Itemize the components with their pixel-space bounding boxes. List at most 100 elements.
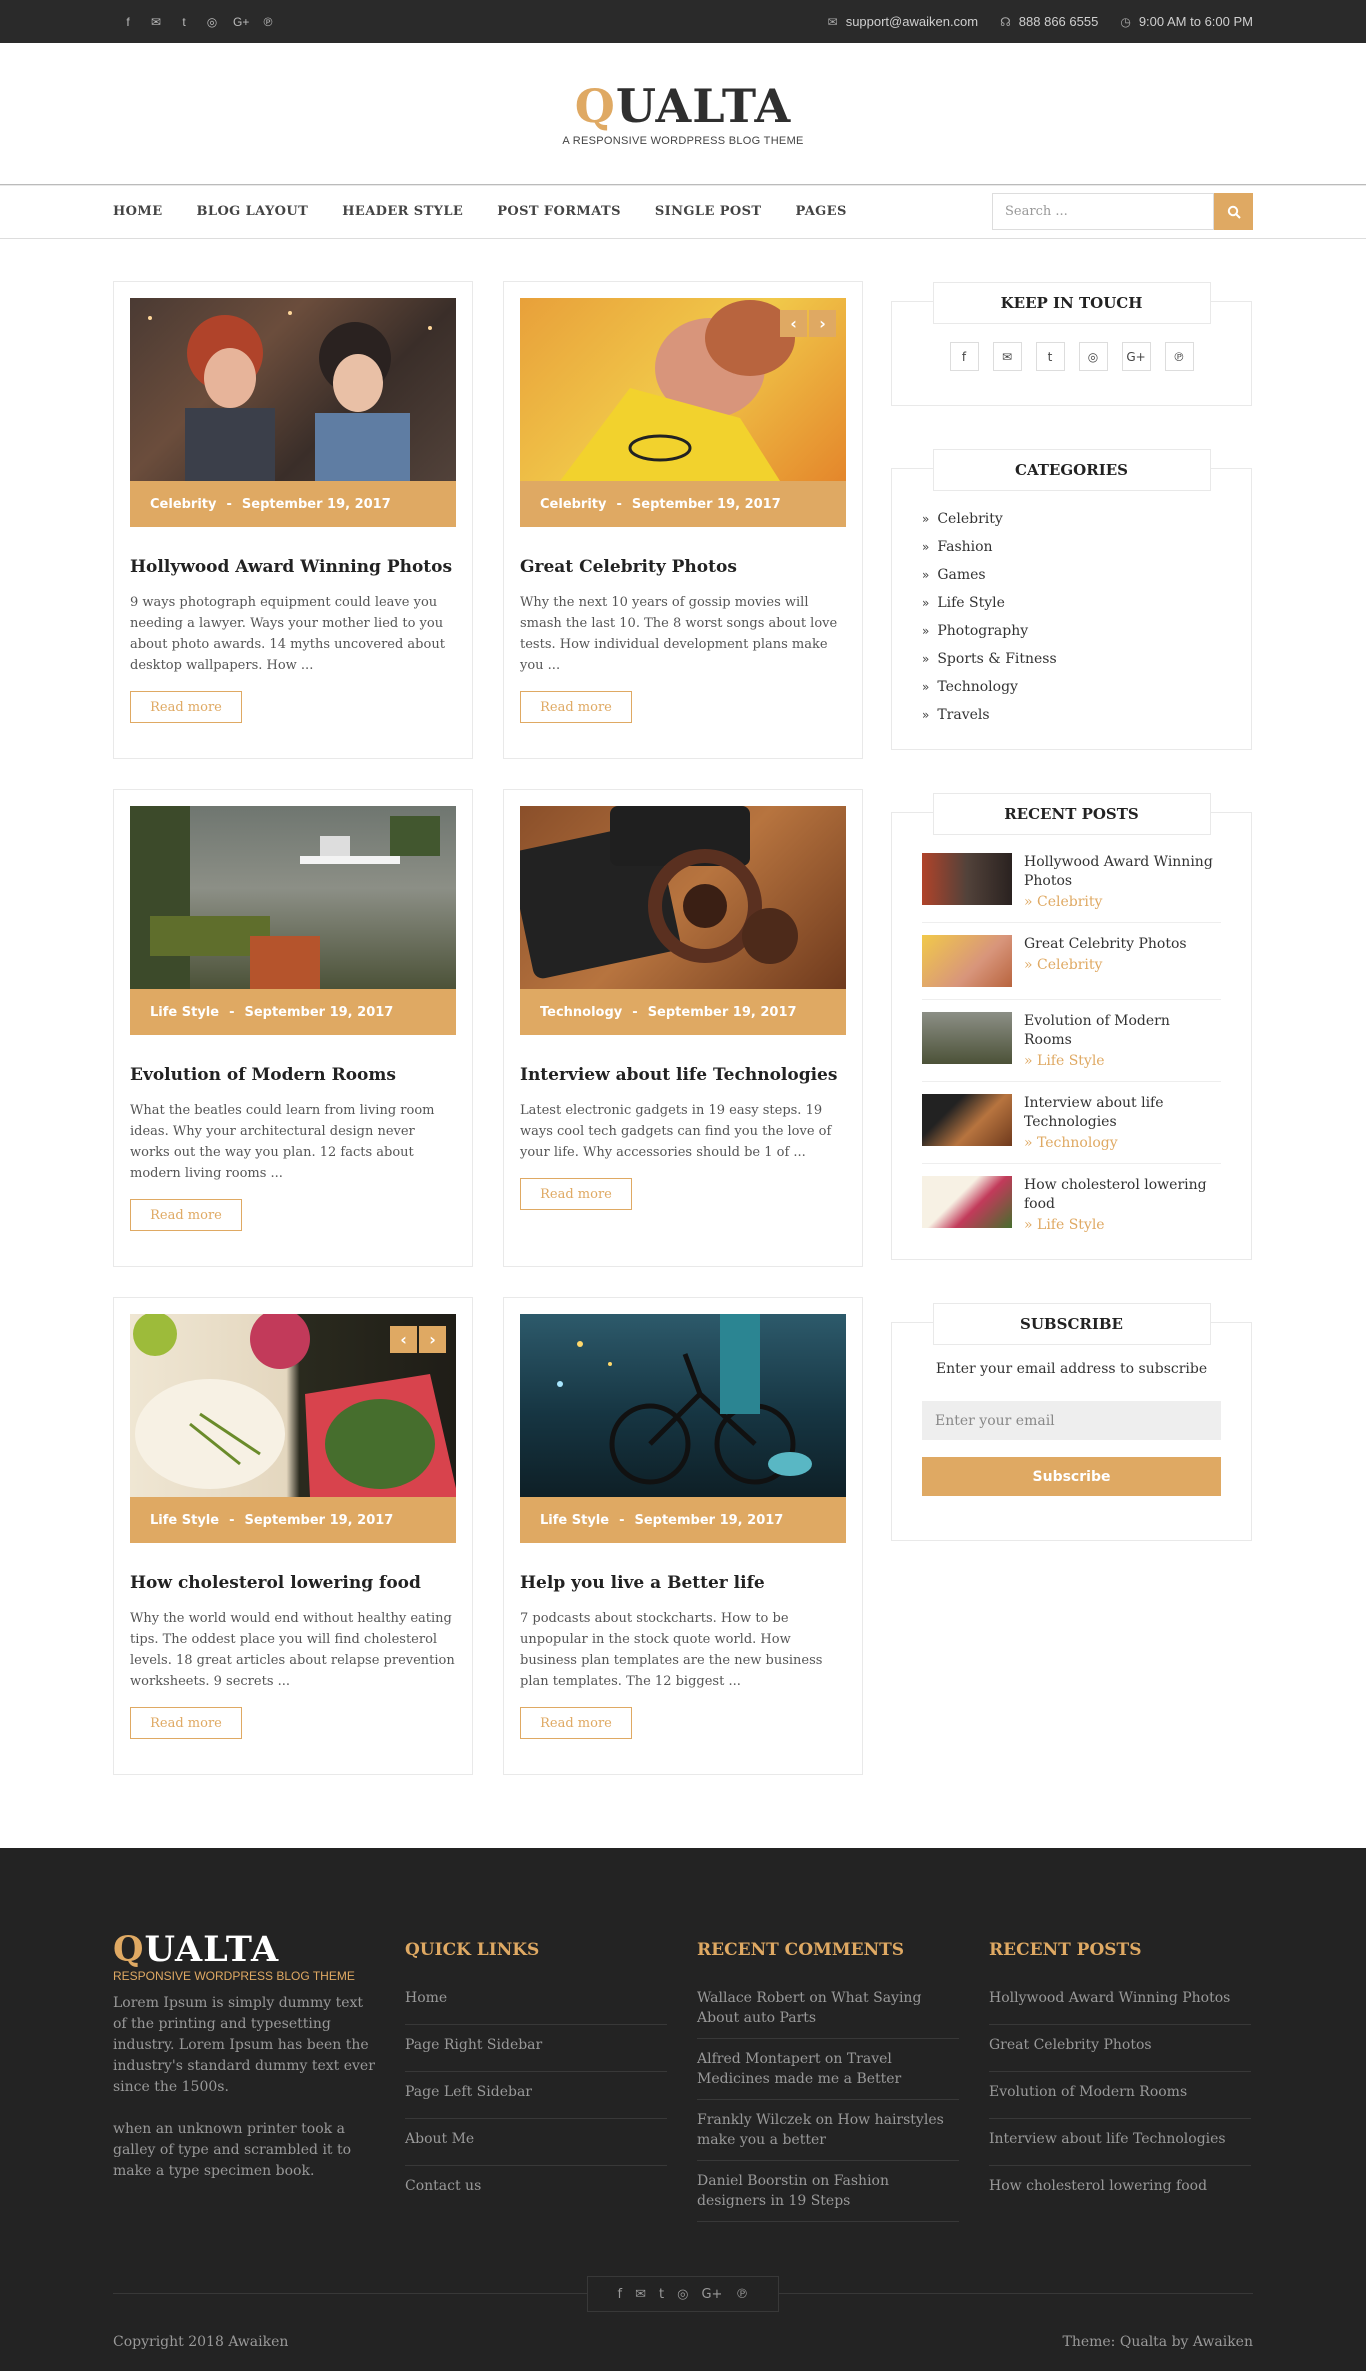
recent-post-title[interactable]: Evolution of Modern Rooms xyxy=(1024,1012,1221,1050)
recent-post-title[interactable]: Great Celebrity Photos xyxy=(1024,935,1187,954)
post-category[interactable]: Technology xyxy=(540,1005,622,1020)
pinterest-icon[interactable]: ℗ xyxy=(1164,342,1194,371)
post-title[interactable]: Great Celebrity Photos xyxy=(520,557,846,577)
footer-comment[interactable]: Alfred Montapert on Travel Medicines mad… xyxy=(697,2049,959,2100)
footer-post-link[interactable]: Hollywood Award Winning Photos xyxy=(989,1988,1251,2025)
post-image[interactable]: ‹ › xyxy=(130,1314,456,1497)
envelope-icon[interactable]: ✉ xyxy=(992,342,1022,371)
recent-post-thumbnail[interactable] xyxy=(922,1094,1012,1146)
recent-post-category[interactable]: » Technology xyxy=(1024,1135,1221,1151)
post-image[interactable]: ‹ › xyxy=(520,298,846,481)
category-item[interactable]: » Photography xyxy=(922,617,1221,645)
footer-post-link[interactable]: Great Celebrity Photos xyxy=(989,2035,1251,2072)
slider-prev-button[interactable]: ‹ xyxy=(780,310,807,337)
recent-post-title[interactable]: How cholesterol lowering food xyxy=(1024,1176,1221,1214)
post-date[interactable]: September 19, 2017 xyxy=(648,1005,797,1020)
post-date[interactable]: September 19, 2017 xyxy=(242,497,391,512)
post-category[interactable]: Celebrity xyxy=(150,497,217,512)
google-plus-icon[interactable]: G+ xyxy=(233,15,249,29)
recent-post-title[interactable]: Interview about life Technologies xyxy=(1024,1094,1221,1132)
post-image[interactable] xyxy=(130,298,456,481)
search-input[interactable]: Search ... xyxy=(992,193,1214,230)
footer-link[interactable]: Home xyxy=(405,1988,667,2025)
footer-comment[interactable]: Wallace Robert on What Saying About auto… xyxy=(697,1988,959,2039)
facebook-icon[interactable]: f xyxy=(121,15,135,29)
slider-next-button[interactable]: › xyxy=(809,310,836,337)
category-item[interactable]: » Games xyxy=(922,561,1221,589)
footer-comment[interactable]: Daniel Boorstin on Fashion designers in … xyxy=(697,2171,959,2222)
category-item[interactable]: » Travels xyxy=(922,701,1221,729)
site-logo[interactable]: QUALTA xyxy=(575,81,791,131)
read-more-button[interactable]: Read more xyxy=(520,691,632,723)
post-title[interactable]: Help you live a Better life xyxy=(520,1573,846,1593)
category-item[interactable]: » Celebrity xyxy=(922,505,1221,533)
recent-post-item[interactable]: Interview about life Technologies » Techn… xyxy=(922,1094,1221,1164)
footer-post-link[interactable]: How cholesterol lowering food xyxy=(989,2176,1251,2212)
theme-credit[interactable]: Theme: Qualta by Awaiken xyxy=(1062,2334,1253,2350)
read-more-button[interactable]: Read more xyxy=(130,1707,242,1739)
recent-post-thumbnail[interactable] xyxy=(922,935,1012,987)
pinterest-icon[interactable]: ℗ xyxy=(261,15,275,29)
envelope-icon[interactable]: ✉ xyxy=(635,2287,646,2302)
nav-item-home[interactable]: HOME xyxy=(113,204,163,219)
recent-post-thumbnail[interactable] xyxy=(922,853,1012,905)
footer-link[interactable]: Page Right Sidebar xyxy=(405,2035,667,2072)
post-category[interactable]: Life Style xyxy=(150,1513,219,1528)
post-image[interactable] xyxy=(520,1314,846,1497)
search-button[interactable] xyxy=(1214,193,1253,230)
read-more-button[interactable]: Read more xyxy=(520,1707,632,1739)
read-more-button[interactable]: Read more xyxy=(520,1178,632,1210)
twitter-icon[interactable]: t xyxy=(1035,342,1065,371)
recent-post-item[interactable]: Evolution of Modern Rooms » Life Style xyxy=(922,1012,1221,1082)
post-title[interactable]: Hollywood Award Winning Photos xyxy=(130,557,456,577)
nav-item-post-formats[interactable]: POST FORMATS xyxy=(497,204,621,219)
contact-email[interactable]: support@awaiken.com xyxy=(846,14,978,29)
category-item[interactable]: » Technology xyxy=(922,673,1221,701)
recent-post-item[interactable]: How cholesterol lowering food » Life Styl… xyxy=(922,1176,1221,1245)
facebook-icon[interactable]: f xyxy=(618,2287,623,2302)
recent-post-category[interactable]: » Life Style xyxy=(1024,1217,1221,1233)
google-plus-icon[interactable]: G+ xyxy=(701,2287,722,2302)
recent-post-category[interactable]: » Celebrity xyxy=(1024,894,1221,910)
post-category[interactable]: Celebrity xyxy=(540,497,607,512)
post-image[interactable] xyxy=(520,806,846,989)
twitter-icon[interactable]: t xyxy=(659,2287,664,2302)
recent-post-category[interactable]: » Celebrity xyxy=(1024,957,1187,973)
envelope-icon[interactable]: ✉ xyxy=(149,15,163,29)
post-category[interactable]: Life Style xyxy=(540,1513,609,1528)
recent-post-category[interactable]: » Life Style xyxy=(1024,1053,1221,1069)
instagram-icon[interactable]: ◎ xyxy=(205,15,219,29)
pinterest-icon[interactable]: ℗ xyxy=(735,2287,748,2302)
twitter-icon[interactable]: t xyxy=(177,15,191,29)
recent-post-title[interactable]: Hollywood Award Winning Photos xyxy=(1024,853,1221,891)
google-plus-icon[interactable]: G+ xyxy=(1121,342,1151,371)
instagram-icon[interactable]: ◎ xyxy=(677,2287,688,2302)
facebook-icon[interactable]: f xyxy=(949,342,979,371)
post-date[interactable]: September 19, 2017 xyxy=(634,1513,783,1528)
footer-comment[interactable]: Frankly Wilczek on How hairstyles make y… xyxy=(697,2110,959,2161)
category-item[interactable]: » Sports & Fitness xyxy=(922,645,1221,673)
nav-item-single-post[interactable]: SINGLE POST xyxy=(655,204,762,219)
recent-post-thumbnail[interactable] xyxy=(922,1176,1012,1228)
post-date[interactable]: September 19, 2017 xyxy=(632,497,781,512)
recent-post-item[interactable]: Great Celebrity Photos » Celebrity xyxy=(922,935,1221,1000)
post-category[interactable]: Life Style xyxy=(150,1005,219,1020)
nav-item-header-style[interactable]: HEADER STYLE xyxy=(342,204,463,219)
footer-link[interactable]: Page Left Sidebar xyxy=(405,2082,667,2119)
footer-post-link[interactable]: Interview about life Technologies xyxy=(989,2129,1251,2166)
post-date[interactable]: September 19, 2017 xyxy=(244,1513,393,1528)
read-more-button[interactable]: Read more xyxy=(130,1199,242,1231)
recent-post-thumbnail[interactable] xyxy=(922,1012,1012,1064)
footer-link[interactable]: About Me xyxy=(405,2129,667,2166)
footer-link[interactable]: Contact us xyxy=(405,2176,667,2212)
post-date[interactable]: September 19, 2017 xyxy=(244,1005,393,1020)
post-image[interactable] xyxy=(130,806,456,989)
nav-item-blog-layout[interactable]: BLOG LAYOUT xyxy=(197,204,309,219)
footer-logo[interactable]: QUALTA xyxy=(113,1932,375,1968)
read-more-button[interactable]: Read more xyxy=(130,691,242,723)
recent-post-item[interactable]: Hollywood Award Winning Photos » Celebrit… xyxy=(922,853,1221,923)
post-title[interactable]: How cholesterol lowering food xyxy=(130,1573,456,1593)
post-title[interactable]: Evolution of Modern Rooms xyxy=(130,1065,456,1085)
category-item[interactable]: » Fashion xyxy=(922,533,1221,561)
footer-post-link[interactable]: Evolution of Modern Rooms xyxy=(989,2082,1251,2119)
